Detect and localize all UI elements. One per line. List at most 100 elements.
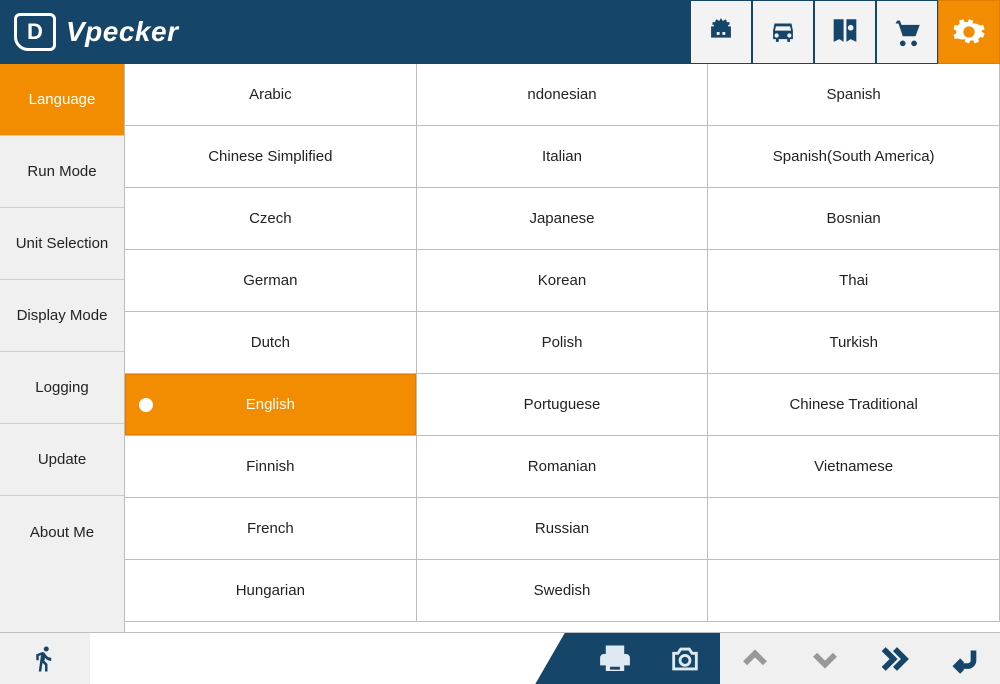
run-exit-icon xyxy=(30,644,60,674)
language-panel: Arabic ndonesian Spanish Chinese Simplified… xyxy=(125,64,1000,632)
bottom-spacer xyxy=(90,633,580,684)
language-option-hungarian[interactable]: Hungarian xyxy=(125,560,417,622)
language-label: Russian xyxy=(535,520,589,537)
brand-name: Vpecker xyxy=(66,16,178,48)
language-label: Swedish xyxy=(534,582,591,599)
language-label: French xyxy=(247,520,294,537)
settings-sidebar: Language Run Mode Unit Selection Display Mo… xyxy=(0,64,125,632)
print-button[interactable] xyxy=(580,633,650,684)
language-label: Polish xyxy=(542,334,583,351)
sidebar-item-unit-selection[interactable]: Unit Selection xyxy=(0,208,124,280)
language-label: Japanese xyxy=(529,210,594,227)
language-label: Italian xyxy=(542,148,582,165)
cart-icon xyxy=(890,15,924,49)
sidebar-item-label: Display Mode xyxy=(17,307,108,324)
book-search-icon xyxy=(828,15,862,49)
language-option-french[interactable]: French xyxy=(125,498,417,560)
manual-button[interactable] xyxy=(814,0,876,64)
sidebar-item-label: Language xyxy=(29,91,96,108)
language-option-swedish[interactable]: Swedish xyxy=(417,560,709,622)
sidebar-item-logging[interactable]: Logging xyxy=(0,352,124,424)
back-button[interactable] xyxy=(930,633,1000,684)
sidebar-item-run-mode[interactable]: Run Mode xyxy=(0,136,124,208)
language-option-czech[interactable]: Czech xyxy=(125,188,417,250)
language-option-bosnian[interactable]: Bosnian xyxy=(708,188,1000,250)
sidebar-item-label: About Me xyxy=(30,524,94,541)
language-option-chinese-simplified[interactable]: Chinese Simplified xyxy=(125,126,417,188)
bottom-actions xyxy=(580,633,1000,684)
bottom-bar xyxy=(0,632,1000,684)
selected-radio-icon xyxy=(139,398,153,412)
brand: D Vpecker xyxy=(14,13,178,51)
language-option-vietnamese[interactable]: Vietnamese xyxy=(708,436,1000,498)
exit-button[interactable] xyxy=(0,633,90,684)
gear-icon xyxy=(952,15,986,49)
language-label: Turkish xyxy=(829,334,878,351)
print-icon xyxy=(598,642,632,676)
language-label: Finnish xyxy=(246,458,294,475)
language-label: Chinese Simplified xyxy=(208,148,332,165)
vehicle-button[interactable] xyxy=(752,0,814,64)
diagnostics-button[interactable] xyxy=(690,0,752,64)
language-option-turkish[interactable]: Turkish xyxy=(708,312,1000,374)
down-button[interactable] xyxy=(790,633,860,684)
double-chevron-right-icon xyxy=(878,642,912,676)
language-label: Dutch xyxy=(251,334,290,351)
language-label: Spanish xyxy=(827,86,881,103)
language-option-finnish[interactable]: Finnish xyxy=(125,436,417,498)
language-label: English xyxy=(246,396,295,413)
language-option-thai[interactable]: Thai xyxy=(708,250,1000,312)
sidebar-item-update[interactable]: Update xyxy=(0,424,124,496)
language-label: Bosnian xyxy=(827,210,881,227)
brand-logo-letter: D xyxy=(27,19,43,45)
up-button[interactable] xyxy=(720,633,790,684)
language-label: ndonesian xyxy=(527,86,596,103)
chevron-up-icon xyxy=(738,642,772,676)
language-label: German xyxy=(243,272,297,289)
screenshot-button[interactable] xyxy=(650,633,720,684)
language-option-german[interactable]: German xyxy=(125,250,417,312)
language-grid: Arabic ndonesian Spanish Chinese Simplified… xyxy=(125,64,1000,622)
brand-logo-icon: D xyxy=(14,13,56,51)
language-option-italian[interactable]: Italian xyxy=(417,126,709,188)
return-icon xyxy=(948,642,982,676)
language-option-russian[interactable]: Russian xyxy=(417,498,709,560)
language-option-english[interactable]: English xyxy=(125,374,417,436)
language-label: Romanian xyxy=(528,458,596,475)
camera-icon xyxy=(668,642,702,676)
language-label: Spanish(South America) xyxy=(773,148,935,165)
forward-button[interactable] xyxy=(860,633,930,684)
language-option-dutch[interactable]: Dutch xyxy=(125,312,417,374)
top-bar: D Vpecker xyxy=(0,0,1000,64)
language-option-arabic[interactable]: Arabic xyxy=(125,64,417,126)
sidebar-item-label: Update xyxy=(38,451,86,468)
sidebar-item-display-mode[interactable]: Display Mode xyxy=(0,280,124,352)
language-label: Hungarian xyxy=(236,582,305,599)
sidebar-item-language[interactable]: Language xyxy=(0,64,124,136)
sidebar-item-label: Unit Selection xyxy=(16,235,109,252)
robot-icon xyxy=(704,15,738,49)
language-label: Thai xyxy=(839,272,868,289)
language-option-portuguese[interactable]: Portuguese xyxy=(417,374,709,436)
car-icon xyxy=(766,15,800,49)
language-label: Chinese Traditional xyxy=(789,396,917,413)
language-label: Korean xyxy=(538,272,586,289)
language-option-spanish[interactable]: Spanish xyxy=(708,64,1000,126)
language-label: Czech xyxy=(249,210,292,227)
shop-button[interactable] xyxy=(876,0,938,64)
settings-button[interactable] xyxy=(938,0,1000,64)
sidebar-item-label: Logging xyxy=(35,379,88,396)
language-option-ndonesian[interactable]: ndonesian xyxy=(417,64,709,126)
language-label: Portuguese xyxy=(524,396,601,413)
language-option-korean[interactable]: Korean xyxy=(417,250,709,312)
main-area: Language Run Mode Unit Selection Display Mo… xyxy=(0,64,1000,632)
language-option-romanian[interactable]: Romanian xyxy=(417,436,709,498)
sidebar-item-about-me[interactable]: About Me xyxy=(0,496,124,568)
language-option-chinese-traditional[interactable]: Chinese Traditional xyxy=(708,374,1000,436)
top-actions xyxy=(690,0,1000,64)
language-option-spanish-south-america-[interactable]: Spanish(South America) xyxy=(708,126,1000,188)
language-option-empty xyxy=(708,560,1000,622)
sidebar-item-label: Run Mode xyxy=(27,163,96,180)
language-option-japanese[interactable]: Japanese xyxy=(417,188,709,250)
language-option-polish[interactable]: Polish xyxy=(417,312,709,374)
